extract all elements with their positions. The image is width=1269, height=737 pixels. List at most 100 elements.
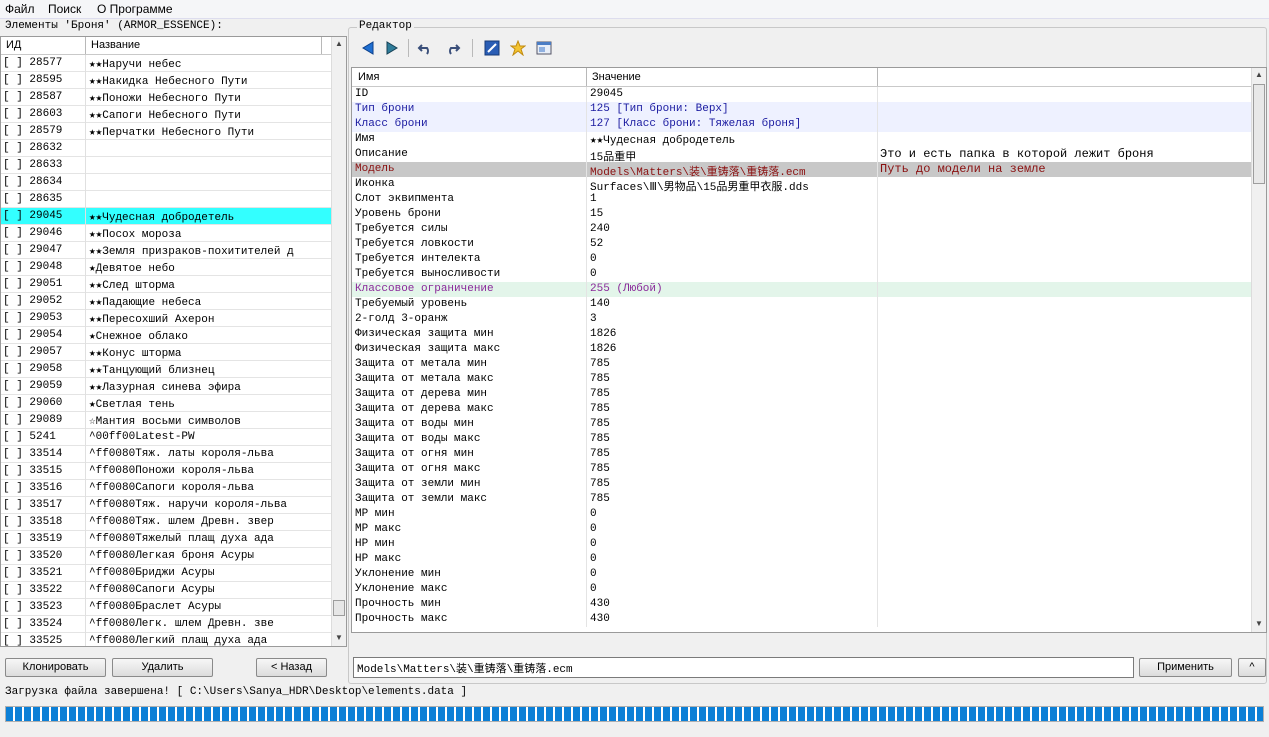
property-row[interactable]: Защита от дерева макс 785 bbox=[352, 402, 1251, 417]
value-edit-input[interactable]: Models\Matters\装\重铸落\重铸落.ecm bbox=[353, 657, 1134, 678]
delete-button[interactable]: Удалить bbox=[112, 658, 213, 677]
property-value[interactable]: 785 bbox=[590, 448, 610, 460]
property-value[interactable]: 0 bbox=[590, 553, 597, 565]
property-value[interactable]: 785 bbox=[590, 358, 610, 370]
list-item[interactable]: [ ] 29053 ★★Пересохший Ахерон bbox=[1, 310, 331, 327]
clone-button[interactable]: Клонировать bbox=[5, 658, 106, 677]
property-row[interactable]: Требуется выносливости 0 bbox=[352, 267, 1251, 282]
list-item[interactable]: [ ] 29046 ★★Посох мороза bbox=[1, 225, 331, 242]
grid-scroll-up-icon[interactable]: ▲ bbox=[1255, 70, 1263, 79]
list-item[interactable]: [ ] 5241 ^00ff00Latest-PW bbox=[1, 429, 331, 446]
edit-icon[interactable] bbox=[482, 37, 502, 59]
property-value[interactable]: 15 bbox=[590, 208, 603, 220]
star-new-icon[interactable] bbox=[508, 37, 528, 59]
property-row[interactable]: ID 29045 bbox=[352, 87, 1251, 102]
property-value[interactable]: 29045 bbox=[590, 88, 623, 100]
list-item[interactable]: [ ] 33523 ^ff0080Браслет Асуры bbox=[1, 599, 331, 616]
property-row[interactable]: Защита от дерева мин 785 bbox=[352, 387, 1251, 402]
list-item[interactable]: [ ] 29048 ★Девятое небо bbox=[1, 259, 331, 276]
property-value[interactable]: 785 bbox=[590, 463, 610, 475]
property-value[interactable]: 1826 bbox=[590, 343, 616, 355]
list-item[interactable]: [ ] 28632 bbox=[1, 140, 331, 157]
back-button[interactable]: < Назад bbox=[256, 658, 327, 677]
scroll-thumb[interactable] bbox=[333, 600, 345, 616]
collapse-button[interactable]: ^ bbox=[1238, 658, 1266, 677]
list-item[interactable]: [ ] 33517 ^ff0080Тяж. наручи короля-льва bbox=[1, 497, 331, 514]
back-arrow-icon[interactable] bbox=[358, 37, 378, 59]
window-icon[interactable] bbox=[534, 37, 554, 59]
list-item[interactable]: [ ] 29054 ★Снежное облако bbox=[1, 327, 331, 344]
col-header-prop-name[interactable]: Имя bbox=[358, 71, 379, 83]
list-item[interactable]: [ ] 33514 ^ff0080Тяж. латы короля-льва bbox=[1, 446, 331, 463]
list-item[interactable]: [ ] 28577 ★★Наручи небес bbox=[1, 55, 331, 72]
property-row[interactable]: Иконка Surfaces\Ⅲ\男物品\15品男重甲衣服.dds bbox=[352, 177, 1251, 194]
list-item[interactable]: [ ] 33524 ^ff0080Легк. шлем Древн. зве bbox=[1, 616, 331, 633]
list-item[interactable]: [ ] 28603 ★★Сапоги Небесного Пути bbox=[1, 106, 331, 123]
property-value[interactable]: 52 bbox=[590, 238, 603, 250]
apply-button[interactable]: Применить bbox=[1139, 658, 1232, 677]
scroll-down-icon[interactable]: ▼ bbox=[335, 633, 343, 642]
menu-file[interactable]: Файл bbox=[5, 2, 35, 16]
property-value[interactable]: 785 bbox=[590, 478, 610, 490]
property-row[interactable]: Защита от метала макс 785 bbox=[352, 372, 1251, 387]
property-value[interactable]: 430 bbox=[590, 613, 610, 625]
property-value[interactable]: 0 bbox=[590, 568, 597, 580]
property-value[interactable]: ★★Чудесная добродетель bbox=[590, 133, 735, 147]
menu-about[interactable]: О Программе bbox=[97, 2, 173, 16]
property-row[interactable]: Защита от воды мин 785 bbox=[352, 417, 1251, 432]
list-item[interactable]: [ ] 28587 ★★Поножи Небесного Пути bbox=[1, 89, 331, 106]
list-item[interactable]: [ ] 29052 ★★Падающие небеса bbox=[1, 293, 331, 310]
property-value[interactable]: 1826 bbox=[590, 328, 616, 340]
property-row[interactable]: Требуется силы 240 bbox=[352, 222, 1251, 237]
list-item[interactable]: [ ] 28635 bbox=[1, 191, 331, 208]
property-row[interactable]: Класс брони 127 [Класс брони: Тяжелая бро… bbox=[352, 117, 1251, 132]
property-row[interactable]: MP макс 0 bbox=[352, 522, 1251, 537]
property-row[interactable]: Прочность мин 430 bbox=[352, 597, 1251, 612]
property-value[interactable]: 0 bbox=[590, 508, 597, 520]
forward-arrow-icon[interactable] bbox=[382, 37, 402, 59]
property-row[interactable]: Уклонение мин 0 bbox=[352, 567, 1251, 582]
list-item[interactable]: [ ] 28633 bbox=[1, 157, 331, 174]
property-value[interactable]: 127 [Класс брони: Тяжелая броня] bbox=[590, 118, 801, 130]
property-row[interactable]: 2-голд 3-оранж 3 bbox=[352, 312, 1251, 327]
property-value[interactable]: 785 bbox=[590, 418, 610, 430]
menu-search[interactable]: Поиск bbox=[48, 2, 81, 16]
property-value[interactable]: 785 bbox=[590, 433, 610, 445]
redo-icon[interactable] bbox=[442, 37, 462, 59]
property-value[interactable]: 785 bbox=[590, 493, 610, 505]
property-row[interactable]: MP мин 0 bbox=[352, 507, 1251, 522]
list-item[interactable]: [ ] 29047 ★★Земля призраков-похитителей д bbox=[1, 242, 331, 259]
property-value[interactable]: 785 bbox=[590, 388, 610, 400]
property-row[interactable]: Имя ★★Чудесная добродетель bbox=[352, 132, 1251, 147]
list-item[interactable]: [ ] 28595 ★★Накидка Небесного Пути bbox=[1, 72, 331, 89]
list-item[interactable]: [ ] 28579 ★★Перчатки Небесного Пути bbox=[1, 123, 331, 140]
list-item[interactable]: [ ] 29045 ★★Чудесная добродетель bbox=[1, 208, 331, 225]
list-item[interactable]: [ ] 33521 ^ff0080Бриджи Асуры bbox=[1, 565, 331, 582]
property-row[interactable]: Уровень брони 15 bbox=[352, 207, 1251, 222]
property-value[interactable]: 785 bbox=[590, 373, 610, 385]
property-row[interactable]: HP макс 0 bbox=[352, 552, 1251, 567]
property-value[interactable]: 785 bbox=[590, 403, 610, 415]
property-row[interactable]: Физическая защита мин 1826 bbox=[352, 327, 1251, 342]
list-item[interactable]: [ ] 33518 ^ff0080Тяж. шлем Древн. звер bbox=[1, 514, 331, 531]
list-item[interactable]: [ ] 29059 ★★Лазурная синева эфира bbox=[1, 378, 331, 395]
list-item[interactable]: [ ] 33519 ^ff0080Тяжелый плащ духа ада bbox=[1, 531, 331, 548]
property-value[interactable]: 0 bbox=[590, 523, 597, 535]
list-item[interactable]: [ ] 28634 bbox=[1, 174, 331, 191]
property-row[interactable]: Слот эквипмента 1 bbox=[352, 192, 1251, 207]
property-row[interactable]: Требуется ловкости 52 bbox=[352, 237, 1251, 252]
undo-icon[interactable] bbox=[416, 37, 436, 59]
property-value[interactable]: 1 bbox=[590, 193, 597, 205]
list-item[interactable]: [ ] 33522 ^ff0080Сапоги Асуры bbox=[1, 582, 331, 599]
list-item[interactable]: [ ] 33515 ^ff0080Поножи короля-льва bbox=[1, 463, 331, 480]
property-row[interactable]: Защита от земли мин 785 bbox=[352, 477, 1251, 492]
property-row[interactable]: Уклонение макс 0 bbox=[352, 582, 1251, 597]
properties-grid-scrollbar[interactable]: ▲ ▼ bbox=[1251, 68, 1266, 632]
list-item[interactable]: [ ] 29051 ★★След шторма bbox=[1, 276, 331, 293]
property-row[interactable]: Защита от земли макс 785 bbox=[352, 492, 1251, 507]
col-header-prop-value[interactable]: Значение bbox=[592, 71, 641, 83]
property-value[interactable]: 3 bbox=[590, 313, 597, 325]
property-value[interactable]: 140 bbox=[590, 298, 610, 310]
property-value[interactable]: 125 [Тип брони: Верх] bbox=[590, 103, 729, 115]
property-row[interactable]: Модель Models\Matters\装\重铸落\重铸落.ecm Путь д… bbox=[352, 162, 1251, 179]
